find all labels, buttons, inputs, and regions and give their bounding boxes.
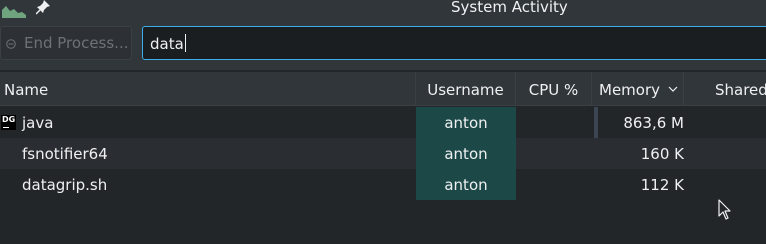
- title-bar: System Activity: [0, 0, 766, 20]
- table-header: Name Username CPU % Memory Shared: [0, 72, 766, 106]
- window-title: System Activity: [451, 0, 568, 16]
- process-name: fsnotifier64: [22, 145, 108, 163]
- kill-process-icon: [6, 39, 16, 49]
- column-header-username[interactable]: Username: [416, 72, 516, 105]
- process-username: anton: [416, 169, 516, 200]
- process-name: java: [22, 114, 54, 132]
- end-process-label: End Process...: [24, 34, 129, 52]
- process-memory: 863,6 M: [623, 114, 684, 132]
- process-username: anton: [416, 138, 516, 169]
- process-username: anton: [416, 107, 516, 138]
- process-name: datagrip.sh: [22, 176, 108, 194]
- text-caret: [184, 34, 186, 52]
- system-monitor-icon[interactable]: [2, 2, 26, 18]
- process-table: DG java anton 863,6 M fsnotifier64 anton…: [0, 107, 766, 244]
- process-memory: 160 K: [640, 145, 684, 163]
- column-header-memory[interactable]: Memory: [592, 72, 684, 105]
- toolbar: End Process... data: [0, 20, 766, 70]
- mouse-cursor-icon: [718, 199, 731, 220]
- table-row[interactable]: DG java anton 863,6 M: [0, 107, 766, 138]
- sort-descending-icon: [668, 86, 678, 92]
- table-row[interactable]: fsnotifier64 anton 160 K: [0, 138, 766, 169]
- end-process-button[interactable]: End Process...: [0, 26, 132, 60]
- search-input[interactable]: data: [142, 26, 766, 60]
- column-header-name[interactable]: Name: [0, 72, 416, 105]
- search-value: data: [150, 35, 184, 53]
- datagrip-icon: DG: [1, 115, 16, 130]
- table-row[interactable]: datagrip.sh anton 112 K: [0, 169, 766, 200]
- column-header-shared[interactable]: Shared: [684, 72, 766, 105]
- column-header-cpu[interactable]: CPU %: [516, 72, 592, 105]
- process-memory: 112 K: [640, 176, 684, 194]
- pin-icon[interactable]: [36, 0, 50, 16]
